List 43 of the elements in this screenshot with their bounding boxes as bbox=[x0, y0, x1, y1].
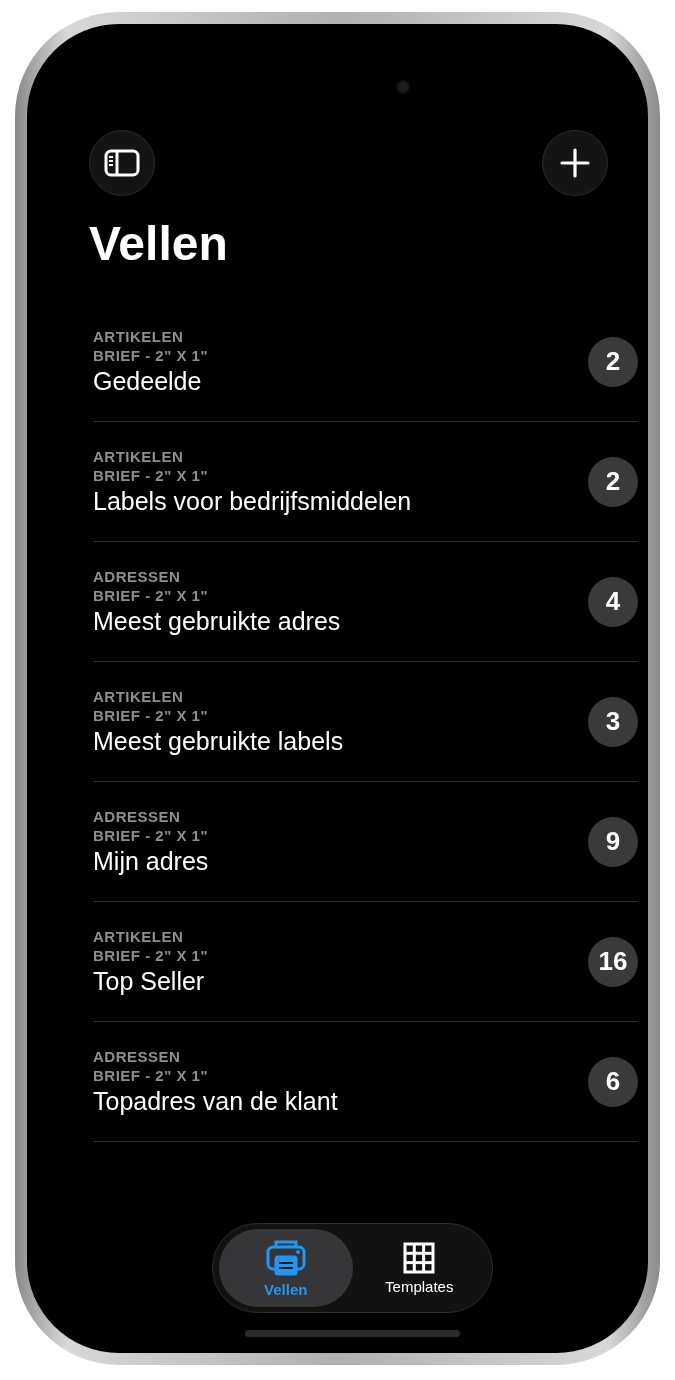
sheet-row[interactable]: ADRESSEN BRIEF - 2" X 1" Mijn adres 9 bbox=[93, 782, 637, 902]
sheet-category: ADRESSEN bbox=[93, 806, 181, 826]
sheet-category: ARTIKELEN bbox=[93, 446, 184, 466]
sheet-size: BRIEF - 2" X 1" bbox=[93, 345, 209, 365]
sheet-name: Meest gebruikte adres bbox=[93, 605, 341, 637]
count-badge: 16 bbox=[588, 936, 638, 987]
sheet-name: Meest gebruikte labels bbox=[93, 725, 344, 757]
sheet-name: Topadres van de klant bbox=[93, 1085, 338, 1117]
camera-dot bbox=[395, 80, 410, 94]
grid-icon bbox=[403, 1241, 436, 1274]
sheet-row[interactable]: ARTIKELEN BRIEF - 2" X 1" Meest gebruikte labels 3 bbox=[93, 662, 637, 782]
count-badge: 6 bbox=[588, 1056, 638, 1107]
sheet-size: BRIEF - 2" X 1" bbox=[93, 585, 209, 605]
printer-icon bbox=[265, 1238, 306, 1277]
sheet-row[interactable]: ARTIKELEN BRIEF - 2" X 1" Labels voor bedrijfsmiddelen 2 bbox=[93, 422, 637, 542]
tab[interactable]: Vellen bbox=[219, 1229, 353, 1307]
count-badge: 4 bbox=[588, 576, 638, 627]
sheet-size: BRIEF - 2" X 1" bbox=[93, 1065, 209, 1085]
sheet-name: Top Seller bbox=[93, 965, 205, 997]
sheet-size: BRIEF - 2" X 1" bbox=[93, 705, 209, 725]
count-badge: 2 bbox=[588, 336, 638, 387]
sheet-name: Mijn adres bbox=[93, 845, 209, 877]
sidebar-icon bbox=[104, 149, 140, 177]
sheet-category: ARTIKELEN bbox=[93, 326, 184, 346]
sheet-row[interactable]: ARTIKELEN BRIEF - 2" X 1" Gedeelde 2 bbox=[93, 302, 637, 422]
sheet-name: Labels voor bedrijfsmiddelen bbox=[93, 485, 412, 517]
sheet-name: Gedeelde bbox=[93, 365, 202, 397]
sheet-size: BRIEF - 2" X 1" bbox=[93, 945, 209, 965]
sheet-category: ADRESSEN bbox=[93, 1046, 181, 1066]
sheet-category: ARTIKELEN bbox=[93, 686, 184, 706]
sheet-category: ARTIKELEN bbox=[93, 926, 184, 946]
count-badge: 3 bbox=[588, 696, 638, 747]
sheet-row[interactable]: ARTIKELEN BRIEF - 2" X 1" Top Seller 16 bbox=[93, 902, 637, 1022]
page-title: Vellen bbox=[89, 216, 228, 272]
sheet-row[interactable]: ADRESSEN BRIEF - 2" X 1" Topadres van de klant 6 bbox=[93, 1022, 637, 1142]
count-badge: 9 bbox=[588, 816, 638, 867]
sheet-row[interactable]: ADRESSEN BRIEF - 2" X 1" Meest gebruikte adres 4 bbox=[93, 542, 637, 662]
sheet-size: BRIEF - 2" X 1" bbox=[93, 465, 209, 485]
count-badge: 2 bbox=[588, 456, 638, 507]
sheet-size: BRIEF - 2" X 1" bbox=[93, 825, 209, 845]
sheet-category: ADRESSEN bbox=[93, 566, 181, 586]
tab[interactable]: Templates bbox=[352, 1229, 486, 1307]
plus-icon bbox=[560, 148, 590, 178]
